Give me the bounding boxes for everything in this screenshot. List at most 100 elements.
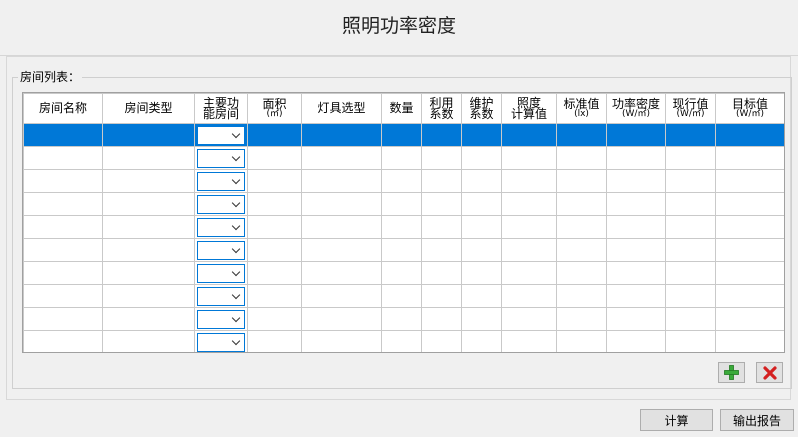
main-function-room-dropdown[interactable] — [197, 332, 245, 352]
table-cell[interactable] — [301, 192, 382, 216]
table-cell[interactable] — [461, 192, 502, 216]
table-cell[interactable] — [194, 238, 248, 262]
table-cell[interactable] — [556, 146, 607, 170]
main-function-room-dropdown[interactable] — [197, 148, 245, 168]
table-cell[interactable] — [461, 330, 502, 352]
table-cell[interactable] — [715, 215, 784, 239]
table-row[interactable] — [23, 169, 784, 193]
table-cell[interactable] — [501, 215, 557, 239]
table-cell[interactable] — [247, 307, 302, 331]
delete-row-button[interactable] — [756, 362, 783, 383]
table-cell[interactable] — [665, 146, 716, 170]
table-row[interactable] — [23, 123, 784, 147]
table-cell[interactable] — [102, 123, 195, 147]
column-header-12[interactable]: 目标值 (W/㎡) — [715, 93, 784, 124]
table-cell[interactable] — [715, 123, 784, 147]
table-cell[interactable] — [665, 238, 716, 262]
table-cell[interactable] — [301, 284, 382, 308]
table-cell[interactable] — [247, 123, 302, 147]
table-cell[interactable] — [556, 307, 607, 331]
table-cell[interactable] — [665, 169, 716, 193]
table-cell[interactable] — [715, 192, 784, 216]
table-cell[interactable] — [665, 215, 716, 239]
table-row[interactable] — [23, 284, 784, 308]
table-cell[interactable] — [421, 284, 462, 308]
table-cell[interactable] — [301, 123, 382, 147]
table-row[interactable] — [23, 330, 784, 352]
table-cell[interactable] — [606, 215, 666, 239]
table-cell[interactable] — [247, 169, 302, 193]
table-cell[interactable] — [381, 284, 422, 308]
table-cell[interactable] — [421, 330, 462, 352]
table-cell[interactable] — [606, 192, 666, 216]
table-cell[interactable] — [23, 238, 103, 262]
column-header-0[interactable]: 房间名称 — [23, 93, 103, 124]
table-cell[interactable] — [556, 192, 607, 216]
table-cell[interactable] — [102, 192, 195, 216]
column-header-4[interactable]: 灯具选型 — [301, 93, 382, 124]
table-cell[interactable] — [23, 330, 103, 352]
table-cell[interactable] — [23, 146, 103, 170]
table-cell[interactable] — [247, 284, 302, 308]
table-cell[interactable] — [247, 215, 302, 239]
table-cell[interactable] — [715, 261, 784, 285]
table-cell[interactable] — [665, 261, 716, 285]
table-cell[interactable] — [606, 307, 666, 331]
table-cell[interactable] — [301, 146, 382, 170]
table-cell[interactable] — [461, 261, 502, 285]
table-cell[interactable] — [23, 192, 103, 216]
table-cell[interactable] — [381, 330, 422, 352]
table-cell[interactable] — [665, 330, 716, 352]
table-cell[interactable] — [381, 261, 422, 285]
table-cell[interactable] — [501, 330, 557, 352]
table-cell[interactable] — [665, 192, 716, 216]
table-cell[interactable] — [606, 284, 666, 308]
table-cell[interactable] — [247, 146, 302, 170]
table-cell[interactable] — [23, 215, 103, 239]
table-row[interactable] — [23, 146, 784, 170]
table-cell[interactable] — [461, 123, 502, 147]
table-cell[interactable] — [421, 146, 462, 170]
table-cell[interactable] — [194, 192, 248, 216]
table-cell[interactable] — [194, 169, 248, 193]
table-row[interactable] — [23, 192, 784, 216]
table-cell[interactable] — [247, 192, 302, 216]
table-cell[interactable] — [501, 192, 557, 216]
table-cell[interactable] — [606, 123, 666, 147]
main-function-room-dropdown[interactable] — [197, 240, 245, 260]
table-cell[interactable] — [381, 307, 422, 331]
table-cell[interactable] — [556, 215, 607, 239]
table-cell[interactable] — [606, 169, 666, 193]
table-cell[interactable] — [301, 215, 382, 239]
table-cell[interactable] — [421, 307, 462, 331]
column-header-5[interactable]: 数量 — [381, 93, 422, 124]
table-cell[interactable] — [461, 215, 502, 239]
table-cell[interactable] — [194, 330, 248, 352]
table-cell[interactable] — [715, 330, 784, 352]
table-cell[interactable] — [421, 169, 462, 193]
table-cell[interactable] — [556, 123, 607, 147]
table-cell[interactable] — [461, 146, 502, 170]
table-cell[interactable] — [301, 169, 382, 193]
table-row[interactable] — [23, 215, 784, 239]
table-cell[interactable] — [23, 261, 103, 285]
table-cell[interactable] — [23, 169, 103, 193]
table-cell[interactable] — [194, 284, 248, 308]
table-cell[interactable] — [715, 284, 784, 308]
column-header-8[interactable]: 照度 计算值 — [501, 93, 557, 124]
table-cell[interactable] — [606, 261, 666, 285]
column-header-6[interactable]: 利用 系数 — [421, 93, 462, 124]
table-cell[interactable] — [421, 261, 462, 285]
table-cell[interactable] — [665, 307, 716, 331]
table-cell[interactable] — [102, 238, 195, 262]
main-function-room-dropdown[interactable] — [197, 286, 245, 306]
table-cell[interactable] — [556, 169, 607, 193]
table-cell[interactable] — [381, 123, 422, 147]
table-cell[interactable] — [501, 284, 557, 308]
table-cell[interactable] — [556, 238, 607, 262]
table-cell[interactable] — [23, 284, 103, 308]
table-cell[interactable] — [501, 123, 557, 147]
main-function-room-dropdown[interactable] — [197, 309, 245, 329]
table-cell[interactable] — [606, 146, 666, 170]
table-cell[interactable] — [715, 307, 784, 331]
